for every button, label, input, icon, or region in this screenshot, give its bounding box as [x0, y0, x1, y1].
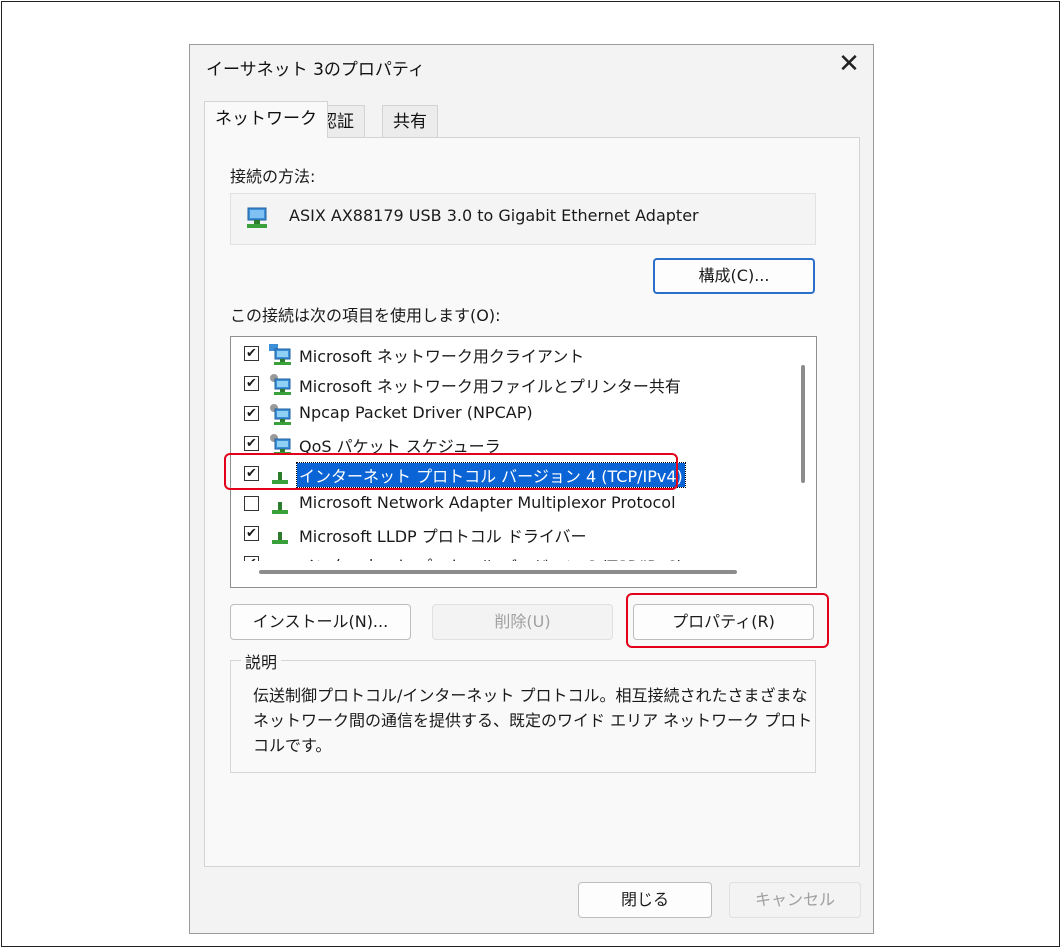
- close-icon[interactable]: ✕: [835, 49, 863, 79]
- uninstall-button[interactable]: 削除(U): [432, 604, 613, 640]
- tab-sharing[interactable]: 共有: [382, 105, 438, 138]
- adapter-box: ASIX AX88179 USB 3.0 to Gigabit Ethernet…: [230, 193, 816, 245]
- protocol-icon: [268, 552, 292, 561]
- checkbox[interactable]: ✔: [244, 406, 259, 421]
- tab-network[interactable]: ネットワーク: [204, 101, 328, 138]
- vertical-scrollbar[interactable]: [801, 365, 805, 483]
- network-service-icon: [270, 374, 291, 395]
- list-item-label: Microsoft ネットワーク用クライアント: [299, 347, 585, 366]
- list-item-partial[interactable]: ✔ インターネット プロトコル バージョン 6 (TCP/IPv6): [231, 549, 791, 561]
- list-item-label: Microsoft Network Adapter Multiplexor Pr…: [299, 493, 676, 512]
- checkbox[interactable]: ✔: [244, 346, 259, 361]
- checkbox[interactable]: [244, 496, 259, 511]
- checkbox[interactable]: ✔: [244, 376, 259, 391]
- network-service-icon: [270, 404, 291, 425]
- list-item[interactable]: ✔ Npcap Packet Driver (NPCAP): [231, 399, 791, 429]
- connect-using-label: 接続の方法:: [230, 167, 316, 186]
- list-item[interactable]: ✔ Microsoft ネットワーク用ファイルとプリンター共有: [231, 369, 791, 399]
- highlight-box-ipv4: [224, 453, 678, 490]
- list-item-label: Microsoft LLDP プロトコル ドライバー: [299, 527, 587, 546]
- network-adapter-icon: [247, 207, 267, 228]
- highlight-box-properties: [626, 593, 829, 648]
- description-group: 説明 伝送制御プロトコル/インターネット プロトコル。相互接続されたさまざまなネ…: [230, 649, 816, 773]
- install-button[interactable]: インストール(N)...: [230, 604, 411, 640]
- cancel-button[interactable]: キャンセル: [729, 882, 861, 918]
- list-item[interactable]: ✔ Microsoft LLDP プロトコル ドライバー: [231, 519, 791, 549]
- checkbox[interactable]: ✔: [244, 436, 259, 451]
- horizontal-scrollbar[interactable]: [259, 570, 737, 574]
- checkbox[interactable]: ✔: [244, 526, 259, 541]
- items-label: この接続は次の項目を使用します(O):: [230, 306, 501, 325]
- adapter-name: ASIX AX88179 USB 3.0 to Gigabit Ethernet…: [289, 206, 699, 225]
- list-item-label: Microsoft ネットワーク用ファイルとプリンター共有: [299, 377, 681, 396]
- list-item-label: Npcap Packet Driver (NPCAP): [299, 403, 533, 422]
- protocol-icon: [272, 532, 288, 544]
- title-bar: イーサネット 3のプロパティ ✕: [190, 45, 873, 85]
- description-title: 説明: [241, 649, 282, 673]
- description-text: 伝送制御プロトコル/インターネット プロトコル。相互接続されたさまざまなネットワ…: [253, 686, 813, 755]
- protocol-icon: [272, 502, 288, 514]
- configure-button[interactable]: 構成(C)...: [653, 258, 815, 294]
- list-item-label: インターネット プロトコル バージョン 6 (TCP/IPv6): [297, 553, 685, 561]
- network-client-icon: [269, 344, 291, 365]
- dialog-title: イーサネット 3のプロパティ: [206, 60, 425, 80]
- network-tab-panel: 接続の方法: ASIX AX88179 USB 3.0 to Gigabit E…: [204, 137, 860, 867]
- list-item[interactable]: Microsoft Network Adapter Multiplexor Pr…: [231, 489, 791, 519]
- close-button[interactable]: 閉じる: [578, 882, 712, 918]
- list-item[interactable]: ✔ Microsoft ネットワーク用クライアント: [231, 339, 791, 369]
- checkbox[interactable]: ✔: [244, 556, 259, 561]
